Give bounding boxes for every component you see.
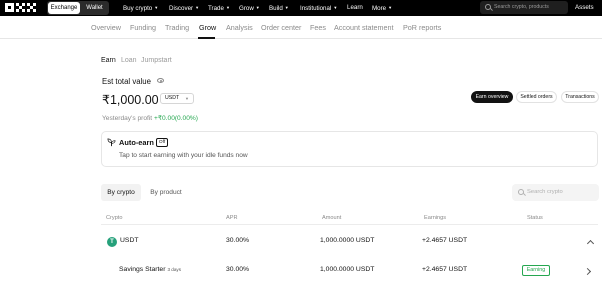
nav-assets[interactable]: Assets [575,0,594,16]
nav-more[interactable]: More ▼ [372,0,392,16]
amount-value: 1,000.0000 USDT [320,237,375,244]
exchange-wallet-toggle: Exchange Wallet [47,1,109,15]
yesterday-profit-label: Yesterday's profit [102,115,153,122]
currency-select[interactable]: USDT ▼ [160,93,194,104]
auto-earn-subtitle: Tap to start earning with your idle fund… [119,152,248,159]
tab-loan[interactable]: Loan [121,57,137,64]
table-row-savings-starter[interactable]: Savings Starter 3 days 30.00% 1,000.0000 … [101,261,598,281]
exchange-toggle[interactable]: Exchange [48,2,80,14]
tab-funding[interactable]: Funding [130,16,156,39]
global-search-placeholder: Search crypto, products [494,4,549,10]
chevron-down-icon: ▼ [333,5,338,10]
col-crypto: Crypto [106,215,123,221]
est-total-value-label: Est total value [102,77,151,86]
tab-grow[interactable]: Grow [199,16,216,39]
tab-trading[interactable]: Trading [165,16,189,39]
status-badge: Earning [522,265,550,276]
chevron-up-icon[interactable] [586,239,595,248]
chevron-down-icon: ▼ [195,5,200,10]
tab-jumpstart[interactable]: Jumpstart [141,57,172,64]
usdt-coin-icon: T [107,237,117,247]
auto-earn-card[interactable]: Auto-earn Off Tap to start earning with … [101,131,598,167]
global-search-input[interactable]: Search crypto, products [480,1,568,14]
product-name: Savings Starter 3 days [119,266,182,273]
chevron-down-icon: ▼ [388,5,393,10]
wallet-toggle[interactable]: Wallet [81,2,108,14]
yesterday-profit-value: +₹0.00(0.00%) [153,115,198,122]
est-total-value: ₹1,000.00 [102,93,159,107]
currency-value: USDT [165,95,180,101]
assets-subnav: Overview Funding Trading Grow Analysis O… [0,16,602,39]
nav-learn[interactable]: Learn [347,0,363,16]
table-header: Crypto APR Amount Earnings Status [101,211,598,225]
tab-analysis[interactable]: Analysis [226,16,253,39]
auto-earn-status-badge[interactable]: Off [156,138,168,147]
chevron-down-icon: ▼ [225,5,230,10]
chevron-down-icon: ▼ [185,96,189,101]
earnings-value: +2.4657 USDT [422,237,468,244]
crypto-search-input[interactable]: Search crypto [512,184,599,201]
apr-value: 30.00% [226,266,250,273]
col-earnings: Earnings [424,215,447,221]
chevron-down-icon: ▼ [255,5,260,10]
crypto-search-placeholder: Search crypto [527,189,563,195]
search-icon [518,189,524,195]
apr-value: 30.00% [226,237,250,244]
tab-by-product[interactable]: By product [144,184,188,201]
crypto-name: USDT [120,237,139,244]
tab-overview[interactable]: Overview [91,16,121,39]
tab-earn[interactable]: Earn [101,57,116,64]
auto-earn-title: Auto-earn [119,138,154,147]
nav-grow[interactable]: Grow ▼ [239,0,260,16]
tab-por-reports[interactable]: PoR reports [403,16,441,39]
tab-by-crypto[interactable]: By crypto [101,184,141,201]
okx-logo[interactable] [5,3,37,13]
col-status: Status [527,215,543,221]
earnings-value: +2.4657 USDT [422,266,468,273]
table-row-usdt[interactable]: T USDT 30.00% 1,000.0000 USDT +2.4657 US… [101,232,598,252]
nav-build[interactable]: Build ▼ [269,0,289,16]
transactions-button[interactable]: Transactions [561,91,599,103]
chevron-right-icon[interactable] [583,267,592,276]
nav-trade[interactable]: Trade ▼ [208,0,230,16]
top-navbar: Exchange Wallet Buy crypto ▼ Discover ▼ Tr… [0,0,602,16]
tab-order-center[interactable]: Order center [261,16,301,39]
yesterday-profit: Yesterday's profit +₹0.00(0.00%) [102,114,198,122]
search-icon [485,4,491,10]
earn-overview-button[interactable]: Earn overview [471,91,513,103]
active-tab-underline [198,37,215,39]
nav-buy-crypto[interactable]: Buy crypto ▼ [123,0,158,16]
sprout-icon [107,138,116,147]
days-tag: 3 days [167,267,182,272]
settled-orders-button[interactable]: Settled orders [516,91,557,103]
chevron-down-icon: ▼ [284,5,289,10]
col-apr: APR [226,215,238,221]
tab-fees[interactable]: Fees [310,16,326,39]
eye-icon[interactable] [157,78,164,83]
amount-value: 1,000.0000 USDT [320,266,375,273]
nav-discover[interactable]: Discover ▼ [169,0,199,16]
nav-institutional[interactable]: Institutional ▼ [300,0,337,16]
col-amount: Amount [322,215,342,221]
tab-account-statement[interactable]: Account statement [334,16,394,39]
chevron-down-icon: ▼ [154,5,159,10]
